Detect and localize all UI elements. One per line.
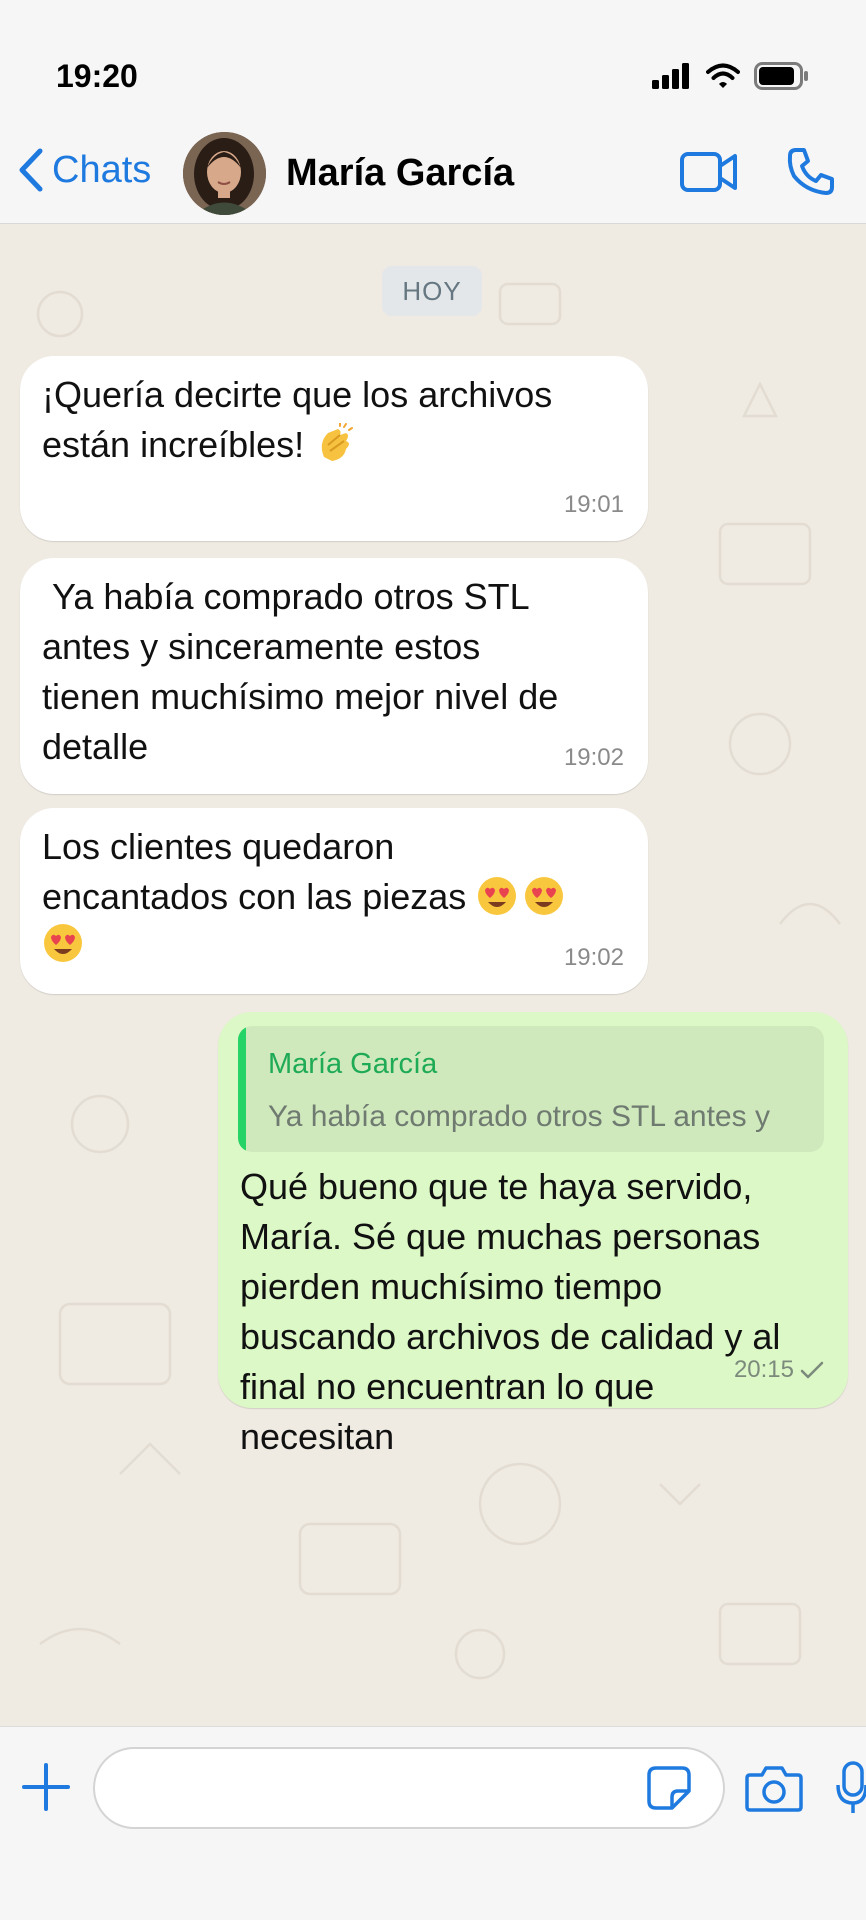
- cellular-signal-icon: [652, 63, 689, 89]
- message-time: 19:02: [563, 744, 624, 771]
- message-time: 20:15: [733, 1356, 794, 1383]
- incoming-message[interactable]: Los clientes quedaron encantados con las…: [20, 808, 648, 994]
- camera-button[interactable]: [744, 1763, 804, 1818]
- quote-text: Ya había comprado otros STL antes y: [268, 1100, 770, 1133]
- chat-header: Chats María García: [0, 120, 866, 224]
- back-button-label: Chats: [52, 148, 152, 191]
- sticker-icon: [647, 1766, 691, 1810]
- plus-icon: [22, 1763, 70, 1811]
- attach-button[interactable]: [20, 1761, 72, 1818]
- wifi-icon: [706, 63, 740, 88]
- quote-author: María García: [268, 1048, 438, 1080]
- video-camera-icon: [680, 152, 737, 192]
- message-text: Ya había comprado otros STL antes y sinc…: [42, 576, 559, 767]
- contact-name[interactable]: María García: [286, 152, 514, 195]
- heart-eyes-emoji: [478, 877, 517, 915]
- microphone-button[interactable]: [836, 1759, 866, 1822]
- message-input[interactable]: [93, 1747, 725, 1829]
- message-text: Qué bueno que te haya servido, María. Sé…: [240, 1166, 781, 1457]
- microphone-icon: [836, 1761, 866, 1813]
- status-time: 19:20: [56, 58, 138, 94]
- heart-eyes-emoji: [524, 877, 563, 915]
- status-bar: 19:20: [0, 0, 866, 120]
- avatar[interactable]: [183, 132, 266, 215]
- day-separator: HOY: [382, 266, 482, 316]
- sticker-button[interactable]: [646, 1765, 692, 1816]
- avatar-image: [183, 132, 266, 215]
- single-check-icon: [800, 1361, 824, 1379]
- chat-area[interactable]: HOY ¡Quería decirte que los archivos est…: [0, 224, 866, 1726]
- heart-eyes-emoji: [44, 924, 82, 962]
- quoted-reply[interactable]: María García Ya había comprado otros STL…: [238, 1026, 824, 1152]
- back-button[interactable]: Chats: [18, 148, 151, 192]
- video-call-button[interactable]: [680, 150, 738, 199]
- message-meta: 20:15: [734, 1356, 824, 1384]
- chevron-left-icon: [19, 148, 43, 192]
- battery-icon: [754, 62, 808, 90]
- camera-icon: [745, 1766, 803, 1812]
- incoming-message[interactable]: ¡Quería decirte que los archivos están i…: [20, 356, 648, 541]
- quote-accent-bar: [238, 1026, 246, 1152]
- message-time: 19:01: [563, 491, 624, 518]
- outgoing-message[interactable]: María García Ya había comprado otros STL…: [218, 1012, 848, 1457]
- clapping-hands-emoji: [321, 423, 354, 461]
- voice-call-button[interactable]: [786, 146, 836, 201]
- message-time: 19:02: [563, 944, 624, 971]
- message-text: Los clientes quedaron encantados con las…: [42, 826, 467, 917]
- incoming-message[interactable]: Ya había comprado otros STL antes y sinc…: [20, 558, 648, 794]
- message-text: ¡Quería decirte que los archivos están i…: [42, 374, 553, 465]
- input-bar: [0, 1726, 866, 1920]
- status-icons: [652, 62, 810, 90]
- phone-icon: [787, 148, 834, 195]
